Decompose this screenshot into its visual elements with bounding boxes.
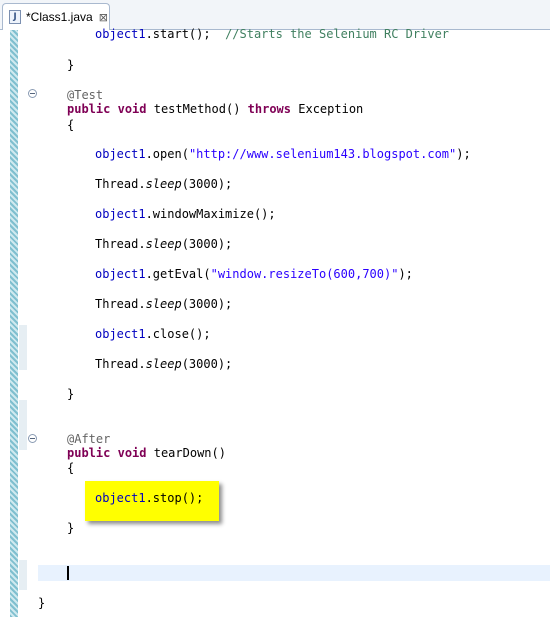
code-line: } [38,596,46,610]
change-marker [19,400,27,450]
code-editor[interactable]: object1.start(); //Starts the Selenium R… [38,27,550,617]
fold-collapse-icon[interactable] [28,434,37,443]
java-file-icon: J [9,10,21,24]
fold-collapse-icon[interactable] [28,89,37,98]
editor-tab-bar: J *Class1.java ⊠ [0,0,550,30]
code-line: Thread.sleep(3000); [95,357,233,371]
code-line: @After [67,432,111,446]
change-marker [19,560,27,590]
change-ruler [10,30,18,617]
code-line: Thread.sleep(3000); [95,237,233,251]
code-line: Thread.sleep(3000); [95,177,233,191]
code-line: object1.close(); [95,327,211,341]
code-line: object1.windowMaximize(); [95,207,276,221]
code-line: public void testMethod() throws Exceptio… [67,102,364,116]
code-line: { [67,118,75,132]
code-line: object1.stop(); [95,491,204,505]
code-line: } [67,521,75,535]
code-line: } [67,387,75,401]
code-line: object1.start(); //Starts the Selenium R… [95,27,450,41]
tab-class1-java[interactable]: J *Class1.java ⊠ [2,3,110,30]
editor-gutter [0,30,38,617]
code-line: } [67,58,75,72]
code-line: object1.open("http://www.selenium143.blo… [95,147,471,161]
code-line: public void tearDown() [67,446,226,460]
code-line: @Test [67,88,104,102]
code-line: { [67,461,75,475]
code-line: object1.getEval("window.resizeTo(600,700… [95,267,413,281]
tab-label: *Class1.java [26,10,93,24]
code-line: Thread.sleep(3000); [95,297,233,311]
close-icon[interactable]: ⊠ [99,11,108,24]
change-marker [19,325,27,370]
